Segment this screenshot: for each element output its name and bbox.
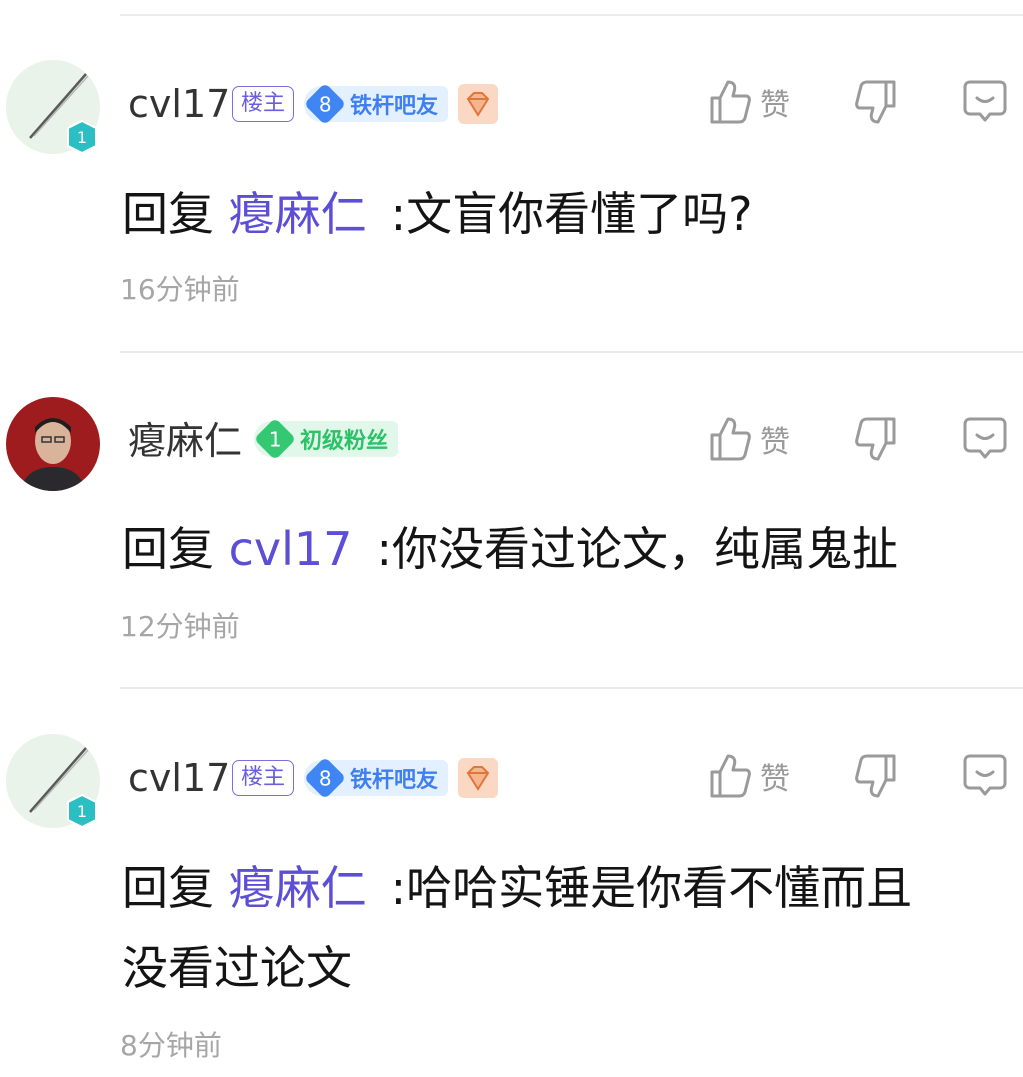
comment-bubble-icon <box>963 754 1007 796</box>
thumbs-down-icon <box>855 80 896 124</box>
comment-item: 1 cvl17 楼主 8 铁杆吧友 赞 <box>0 60 1023 310</box>
timestamp: 16分钟前 <box>120 273 240 306</box>
mention-link[interactable]: cvl17 <box>229 522 353 576</box>
reply-button[interactable] <box>962 752 1008 798</box>
level-shield-icon: 1 <box>67 794 97 828</box>
level-shield-icon: 1 <box>67 120 97 154</box>
reply-text-continued: 没看过论文 <box>122 941 352 995</box>
level-diamond-icon: 1 <box>253 417 297 461</box>
level-diamond-icon: 8 <box>303 756 347 800</box>
username[interactable]: cvl17 <box>128 82 230 126</box>
avatar[interactable]: 1 <box>6 60 100 154</box>
like-label: 赞 <box>760 88 790 123</box>
medal-icon <box>458 84 499 124</box>
comment-bubble-icon <box>963 417 1007 459</box>
username[interactable]: cvl17 <box>128 756 230 800</box>
comment-actions: 赞 <box>708 78 1023 138</box>
like-button[interactable]: 赞 <box>708 752 790 800</box>
reply-button[interactable] <box>962 78 1008 124</box>
comment-item: 瘪麻仁 1 初级粉丝 赞 回复 cvl17:你没看过论文，纯属鬼扯 12分钟前 <box>0 397 1023 647</box>
badge-group: 楼主 8 铁杆吧友 <box>232 756 499 800</box>
reply-text: 回复 cvl17:你没看过论文，纯属鬼扯 <box>122 522 898 576</box>
avatar[interactable] <box>6 397 100 491</box>
badge-group: 1 初级粉丝 <box>253 417 399 461</box>
username[interactable]: 瘪麻仁 <box>128 419 242 463</box>
thumbs-down-icon <box>855 754 896 798</box>
level-title: 初级粉丝 <box>300 429 389 454</box>
dislike-button[interactable] <box>854 415 898 463</box>
mention-link[interactable]: 瘪麻仁 <box>229 187 367 241</box>
thumbs-down-icon <box>855 417 896 461</box>
reply-button[interactable] <box>962 415 1008 461</box>
reply-text: 回复 瘪麻仁:文盲你看懂了吗? <box>122 187 753 241</box>
thumbs-up-icon <box>710 417 751 461</box>
divider <box>120 687 1023 689</box>
owner-badge: 楼主 <box>232 760 295 796</box>
comment-actions: 赞 <box>708 752 1023 812</box>
reply-text: 回复 瘪麻仁:哈哈实锤是你看不懂而且 <box>122 861 913 915</box>
level-diamond-icon: 8 <box>303 82 347 126</box>
timestamp: 8分钟前 <box>120 1029 222 1062</box>
thumbs-up-icon <box>710 754 751 798</box>
level-badge: 1 初级粉丝 <box>253 417 399 461</box>
timestamp: 12分钟前 <box>120 610 240 643</box>
svg-text:1: 1 <box>77 128 87 147</box>
level-badge: 8 铁杆吧友 <box>303 82 449 126</box>
level-title: 铁杆吧友 <box>350 94 439 119</box>
owner-badge: 楼主 <box>232 86 295 122</box>
dislike-button[interactable] <box>854 78 898 126</box>
like-label: 赞 <box>760 762 790 797</box>
thumbs-up-icon <box>710 80 751 124</box>
badge-group: 楼主 8 铁杆吧友 <box>232 82 499 126</box>
level-title: 铁杆吧友 <box>350 768 439 793</box>
like-button[interactable]: 赞 <box>708 78 790 126</box>
comment-actions: 赞 <box>708 415 1023 475</box>
mention-link[interactable]: 瘪麻仁 <box>229 861 367 915</box>
comment-bubble-icon <box>963 80 1007 122</box>
like-label: 赞 <box>760 425 790 460</box>
comment-item: 1 cvl17 楼主 8 铁杆吧友 赞 <box>0 734 1023 1074</box>
svg-text:1: 1 <box>77 802 87 821</box>
like-button[interactable]: 赞 <box>708 415 790 463</box>
avatar[interactable]: 1 <box>6 734 100 828</box>
divider <box>120 14 1023 16</box>
medal-icon <box>458 758 499 798</box>
dislike-button[interactable] <box>854 752 898 800</box>
level-badge: 8 铁杆吧友 <box>303 756 449 800</box>
divider <box>120 351 1023 353</box>
